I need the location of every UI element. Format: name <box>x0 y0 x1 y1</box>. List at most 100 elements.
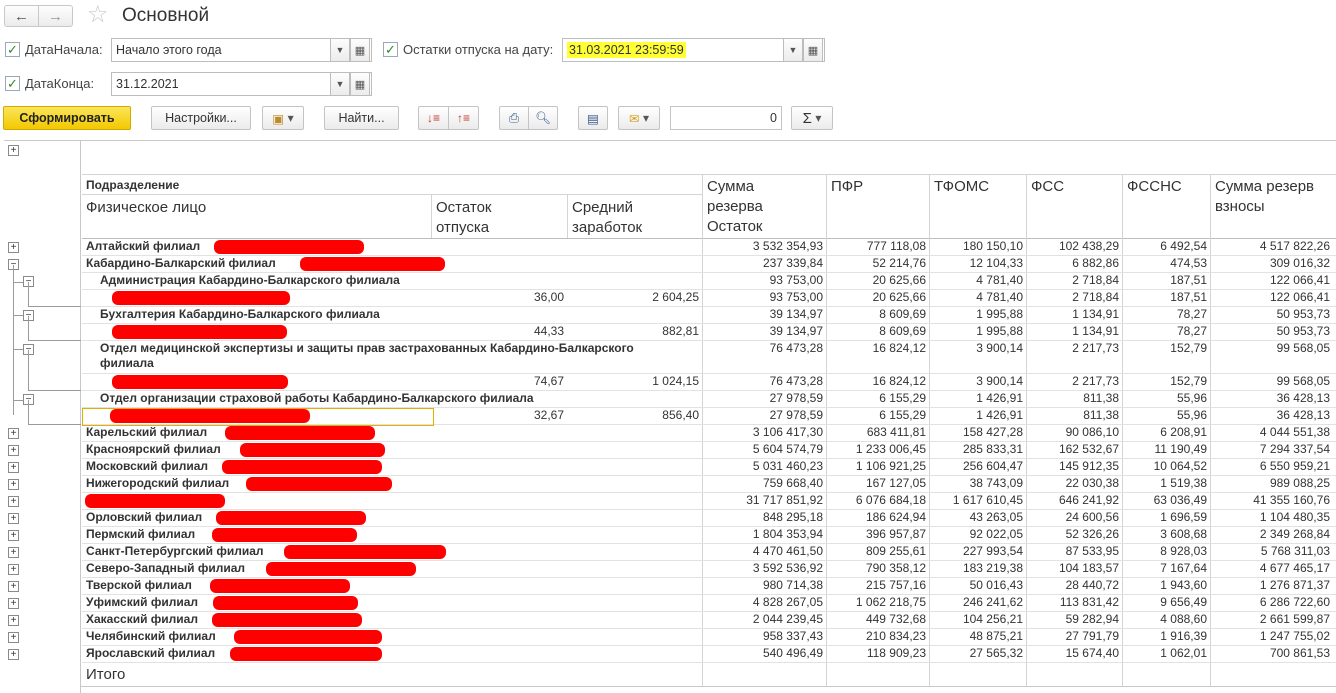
cell-tfoms: 285 833,31 <box>962 442 1023 456</box>
expand-row-icon[interactable]: + <box>8 649 19 660</box>
expand-row-icon[interactable]: + <box>8 598 19 609</box>
back-button[interactable]: ← <box>4 5 39 27</box>
expand-row-icon[interactable]: + <box>8 581 19 592</box>
row-name: Тверской филиал <box>86 578 192 592</box>
tree-connector-line <box>13 282 23 283</box>
report-row-group[interactable]: Санкт-Петербургский филиал 4 470 461,50 80… <box>82 544 1336 561</box>
counter-field[interactable]: 0 <box>670 106 782 130</box>
cell-tfoms: 4 781,40 <box>976 290 1023 304</box>
cell-pfr: 449 732,68 <box>865 612 926 626</box>
end-date-field[interactable]: 31.12.2021 ▼ <box>111 72 350 96</box>
report-row-group[interactable]: Отдел медицинской экспертизы и защиты пр… <box>82 341 1336 374</box>
row-name: Уфимский филиал <box>86 595 199 609</box>
cell-res: 39 134,97 <box>769 324 823 338</box>
expand-row-icon[interactable]: + <box>8 496 19 507</box>
header-divider <box>567 194 568 238</box>
header-tfoms: ТФОМС <box>934 178 990 195</box>
expand-row-icon[interactable]: + <box>8 445 19 456</box>
end-date-dropdown-button[interactable]: ▼ <box>330 72 350 96</box>
expand-row-icon[interactable]: + <box>8 547 19 558</box>
balance-date-label: Остатки отпуска на дату: <box>403 41 554 57</box>
cell-fss: 59 282,94 <box>1065 612 1119 626</box>
header-mid-line <box>82 194 702 195</box>
cell-pfr: 16 824,12 <box>872 341 926 355</box>
sum-menu-button[interactable]: Σ ▾ <box>791 106 833 130</box>
send-email-button[interactable]: ✉ ▾ <box>618 106 660 130</box>
arrow-left-icon: ← <box>14 7 29 25</box>
preview-icon: 🔍︎ <box>535 110 551 125</box>
cell-res: 4 828 267,05 <box>752 595 823 609</box>
report-row-group[interactable]: Администрация Кабардино-Балкарского фили… <box>82 273 1336 290</box>
star-icon[interactable]: ☆ <box>87 2 109 28</box>
cell-contrib: 1 276 871,37 <box>1259 578 1330 592</box>
cell-contrib: 1 247 755,02 <box>1259 629 1330 643</box>
row-name: Московский филиал <box>86 459 209 473</box>
balance-date-dropdown-button[interactable]: ▼ <box>783 38 803 62</box>
report-row-group[interactable]: Кабардино-Балкарский филиал 237 339,84 52 … <box>82 256 1336 273</box>
chevron-down-icon: ▾ <box>642 111 649 125</box>
cell-fssns: 10 064,52 <box>1153 459 1207 473</box>
header-pfr: ПФР <box>831 178 864 195</box>
balance-date-checkbox[interactable]: ✓ <box>383 41 398 57</box>
redaction-mark <box>212 613 362 627</box>
chevron-down-icon: ▼ <box>335 79 345 89</box>
expand-row-icon[interactable]: + <box>8 530 19 541</box>
sort-descending-button[interactable]: ↓≡ <box>418 106 449 130</box>
cell-pfr: 6 155,29 <box>879 408 926 422</box>
cell-vac: 44,33 <box>533 324 564 338</box>
variants-menu-button[interactable]: ▣ ▾ <box>262 106 304 130</box>
cell-fssns: 1 519,38 <box>1160 476 1207 490</box>
report-row-group[interactable]: Отдел организации страховой работы Кабар… <box>82 391 1336 408</box>
sort-desc-icon: ↓≡ <box>426 111 440 125</box>
balance-date-field[interactable]: 31.03.2021 23:59:59 ▼ <box>562 38 803 62</box>
cell-contrib: 309 016,32 <box>1269 256 1330 270</box>
cell-fssns: 152,79 <box>1170 374 1207 388</box>
report-grid: + Подразделение Физическое лицо Остаток … <box>0 140 1336 693</box>
row-name: Пермский филиал <box>86 527 196 541</box>
row-name: Алтайский филиал <box>86 239 201 253</box>
start-date-checkbox[interactable]: ✓ <box>5 41 20 57</box>
save-button[interactable]: ▤ <box>578 106 608 130</box>
start-date-field[interactable]: Начало этого года ▼ <box>111 38 350 62</box>
cell-res: 540 496,49 <box>762 646 823 660</box>
cell-fss: 52 326,26 <box>1065 527 1119 541</box>
start-date-dropdown-button[interactable]: ▼ <box>330 38 350 62</box>
end-date-checkbox[interactable]: ✓ <box>5 75 20 91</box>
expand-row-icon[interactable]: + <box>8 513 19 524</box>
expand-row-icon[interactable]: + <box>8 242 19 253</box>
cell-tfoms: 43 263,05 <box>969 510 1023 524</box>
expand-all-icon[interactable]: + <box>8 145 19 156</box>
cell-fssns: 3 608,68 <box>1160 527 1207 541</box>
report-row-group[interactable]: Бухгалтерия Кабардино-Балкарского филиал… <box>82 307 1336 324</box>
print-button[interactable]: ⎙ <box>499 106 529 130</box>
cell-fssns: 4 088,60 <box>1160 612 1207 626</box>
cell-fssns: 187,51 <box>1170 290 1207 304</box>
printer-icon: ⎙ <box>508 110 519 125</box>
sort-ascending-button[interactable]: ↑≡ <box>448 106 479 130</box>
cell-res: 5 031 460,23 <box>752 459 823 473</box>
row-name: Красноярский филиал <box>86 442 221 456</box>
start-date-calendar-button[interactable]: ▦ <box>350 38 372 62</box>
balance-date-param: ✓ Остатки отпуска на дату: <box>383 38 553 60</box>
settings-button[interactable]: Настройки... <box>151 106 251 130</box>
expand-row-icon[interactable]: + <box>8 615 19 626</box>
generate-button[interactable]: Сформировать <box>3 106 131 130</box>
expand-row-icon[interactable]: + <box>8 428 19 439</box>
cell-res: 76 473,28 <box>769 374 823 388</box>
cell-tfoms: 12 104,33 <box>969 256 1023 270</box>
expand-row-icon[interactable]: + <box>8 462 19 473</box>
cell-tfoms: 104 256,21 <box>962 612 1023 626</box>
cell-contrib: 122 066,41 <box>1269 290 1330 304</box>
print-preview-button[interactable]: 🔍︎ <box>528 106 558 130</box>
end-date-calendar-button[interactable]: ▦ <box>350 72 372 96</box>
forward-button[interactable]: → <box>38 5 73 27</box>
report-row-detail[interactable]: 31 717 851,92 6 076 684,18 1 617 610,45 646… <box>82 493 1336 510</box>
row-name: Бухгалтерия Кабардино-Балкарского филиал… <box>100 307 380 321</box>
find-button[interactable]: Найти... <box>324 106 399 130</box>
expand-row-icon[interactable]: + <box>8 479 19 490</box>
cell-fss: 811,38 <box>1083 391 1119 405</box>
expand-row-icon[interactable]: + <box>8 564 19 575</box>
row-name: Отдел организации страховой работы Кабар… <box>100 391 534 405</box>
balance-date-calendar-button[interactable]: ▦ <box>803 38 825 62</box>
expand-row-icon[interactable]: + <box>8 632 19 643</box>
